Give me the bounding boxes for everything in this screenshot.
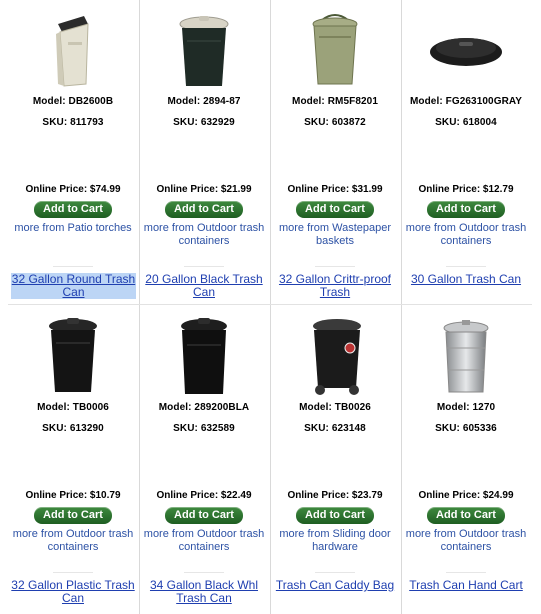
wheeled-trash-can-icon[interactable] (270, 308, 400, 398)
product-title-link[interactable]: 32 Gallon Round Trash Can (11, 273, 136, 299)
more-from-link[interactable]: more from Outdoor trash containers (139, 528, 269, 553)
online-price: Online Price: $10.79 (25, 490, 121, 501)
sku-number: SKU: 811793 (42, 117, 104, 128)
more-from-link[interactable]: more from Outdoor trash containers (401, 528, 531, 553)
online-price: Online Price: $23.79 (287, 490, 383, 501)
product-title-link[interactable]: 32 Gallon Plastic Trash Can (8, 579, 138, 605)
more-from-link[interactable]: more from Outdoor trash containers (139, 222, 269, 247)
sku-number: SKU: 603872 (304, 117, 366, 128)
divider (446, 572, 486, 573)
black-trash-can-icon[interactable] (139, 308, 269, 398)
metal-trash-can-icon[interactable] (401, 308, 531, 398)
sku-number: SKU: 632929 (173, 117, 235, 128)
model-number: Model: TB0026 (299, 402, 371, 413)
black-trash-can-icon[interactable] (139, 2, 269, 92)
online-price: Online Price: $31.99 (287, 184, 383, 195)
online-price: Online Price: $21.99 (156, 184, 252, 195)
product-title-link[interactable]: 30 Gallon Trash Can (401, 273, 531, 286)
add-to-cart-button[interactable]: Add to Cart (427, 507, 505, 524)
add-to-cart-button[interactable]: Add to Cart (296, 507, 374, 524)
trash-can-lid-icon[interactable] (401, 2, 531, 92)
model-number: Model: 1270 (436, 402, 496, 413)
sku-number: SKU: 632589 (173, 423, 235, 434)
product-title-link[interactable]: Trash Can Caddy Bag (270, 579, 400, 592)
more-from-link[interactable]: more from Patio torches (8, 222, 138, 235)
column-divider (401, 0, 402, 614)
sku-number: SKU: 618004 (435, 117, 497, 128)
model-number: Model: TB0006 (37, 402, 109, 413)
more-from-link[interactable]: more from Wastepaper baskets (270, 222, 400, 247)
model-number: Model: 289200BLA (158, 402, 250, 413)
product-title-link[interactable]: 34 Gallon Black Whl Trash Can (139, 579, 269, 605)
slim-trash-can-icon[interactable] (8, 2, 138, 92)
green-trash-can-icon[interactable] (270, 2, 400, 92)
online-price: Online Price: $22.49 (156, 490, 252, 501)
product-title-link[interactable]: 20 Gallon Black Trash Can (139, 273, 269, 299)
divider (184, 572, 224, 573)
online-price: Online Price: $74.99 (25, 184, 121, 195)
row-divider (8, 304, 532, 305)
sku-number: SKU: 605336 (435, 423, 497, 434)
divider (53, 266, 93, 267)
add-to-cart-button[interactable]: Add to Cart (34, 201, 112, 218)
model-number: Model: RM5F8201 (292, 96, 378, 107)
more-from-link[interactable]: more from Sliding door hardware (270, 528, 400, 553)
add-to-cart-button[interactable]: Add to Cart (165, 201, 243, 218)
more-from-link[interactable]: more from Outdoor trash containers (401, 222, 531, 247)
add-to-cart-button[interactable]: Add to Cart (34, 507, 112, 524)
model-number: Model: FG263100GRAY (409, 96, 523, 107)
add-to-cart-button[interactable]: Add to Cart (296, 201, 374, 218)
divider (184, 266, 224, 267)
divider (446, 266, 486, 267)
more-from-link[interactable]: more from Outdoor trash containers (8, 528, 138, 553)
product-title-link[interactable]: 32 Gallon Crittr-proof Trash (270, 273, 400, 299)
divider (53, 572, 93, 573)
black-trash-can-icon[interactable] (8, 308, 138, 398)
divider (315, 572, 355, 573)
add-to-cart-button[interactable]: Add to Cart (427, 201, 505, 218)
model-number: Model: 2894-87 (167, 96, 241, 107)
add-to-cart-button[interactable]: Add to Cart (165, 507, 243, 524)
column-divider (270, 0, 271, 614)
divider (315, 266, 355, 267)
online-price: Online Price: $12.79 (418, 184, 514, 195)
product-title-link[interactable]: Trash Can Hand Cart (401, 579, 531, 592)
model-number: Model: DB2600B (32, 96, 114, 107)
sku-number: SKU: 613290 (42, 423, 104, 434)
sku-number: SKU: 623148 (304, 423, 366, 434)
column-divider (139, 0, 140, 614)
online-price: Online Price: $24.99 (418, 490, 514, 501)
